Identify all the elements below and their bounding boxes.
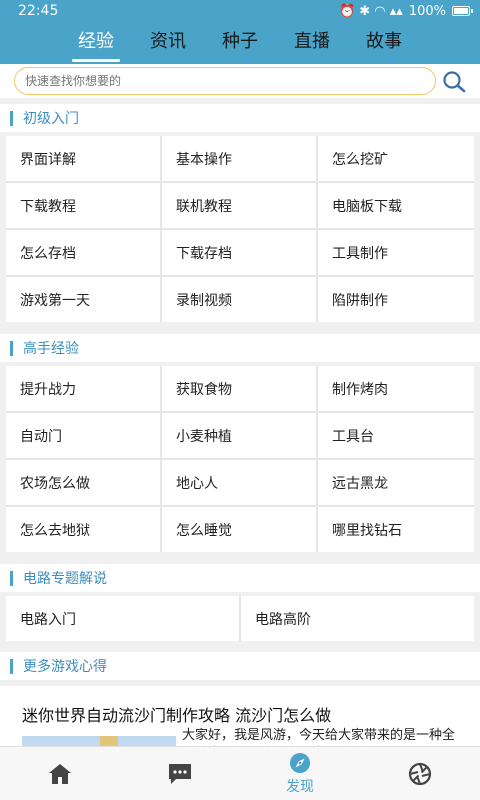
grid-item[interactable]: 陷阱制作	[318, 277, 474, 322]
circuits-grid: 电路入门 电路高阶	[6, 596, 474, 641]
tab-news[interactable]: 资讯	[132, 22, 204, 64]
tab-seeds[interactable]: 种子	[204, 22, 276, 64]
grid-item[interactable]: 电路高阶	[241, 596, 474, 641]
tab-live[interactable]: 直播	[276, 22, 348, 64]
article-thumbnail[interactable]	[22, 736, 176, 746]
grid-item[interactable]: 工具制作	[318, 230, 474, 275]
grid-item[interactable]: 地心人	[162, 460, 316, 505]
search-icon	[443, 71, 466, 93]
grid-item[interactable]: 远古黑龙	[318, 460, 474, 505]
grid-item[interactable]: 怎么睡觉	[162, 507, 316, 552]
grid-item[interactable]: 下载教程	[6, 183, 160, 228]
nav-discover-label: 发现	[286, 778, 314, 795]
section-accent-bar	[10, 658, 13, 674]
tab-stories[interactable]: 故事	[348, 22, 420, 64]
battery-level: 100%	[408, 3, 446, 19]
grid-item[interactable]: 提升战力	[6, 366, 160, 411]
top-tab-bar: 经验 资讯 种子 直播 故事	[0, 22, 480, 64]
tab-experience[interactable]: 经验	[60, 22, 132, 64]
article-excerpt: 大家好，我是风游，今天给大家带来的是一种全新的自动门，迷你世界自动流沙门，具	[182, 728, 456, 743]
grid-item[interactable]: 界面详解	[6, 136, 160, 181]
compass-icon	[290, 752, 310, 773]
beginner-grid: 界面详解 基本操作 怎么挖矿 下载教程 联机教程 电脑板下载 怎么存档 下载存档…	[6, 136, 474, 322]
grid-item[interactable]: 基本操作	[162, 136, 316, 181]
battery-icon	[452, 6, 473, 16]
section-header-expert: 高手经验	[0, 334, 480, 362]
home-icon	[49, 763, 71, 784]
nav-discover[interactable]: 发现	[240, 747, 360, 800]
nav-camera[interactable]	[360, 747, 480, 800]
article-card[interactable]: 迷你世界自动流沙门制作攻略 流沙门怎么做 大家好，我是风游，今天给大家带来的是一…	[0, 686, 480, 746]
grid-item[interactable]: 怎么去地狱	[6, 507, 160, 552]
search-input[interactable]	[14, 67, 436, 95]
grid-item[interactable]: 获取食物	[162, 366, 316, 411]
grid-item[interactable]: 电脑板下载	[318, 183, 474, 228]
grid-item[interactable]: 下载存档	[162, 230, 316, 275]
section-title: 更多游戏心得	[23, 659, 107, 675]
grid-item[interactable]: 工具台	[318, 413, 474, 458]
chat-icon	[169, 763, 191, 784]
status-time: 22:45	[18, 3, 59, 19]
status-indicators: ⏰ ✱ ◠ ▴▴ 100%	[338, 3, 473, 19]
grid-item[interactable]: 联机教程	[162, 183, 316, 228]
section-header-beginner: 初级入门	[0, 104, 480, 132]
grid-item[interactable]: 游戏第一天	[6, 277, 160, 322]
article-title[interactable]: 迷你世界自动流沙门制作攻略 流沙门怎么做	[22, 702, 331, 726]
section-title: 高手经验	[23, 341, 79, 357]
status-bar: 22:45 ⏰ ✱ ◠ ▴▴ 100%	[0, 0, 480, 22]
section-header-circuits: 电路专题解说	[0, 564, 480, 592]
grid-item[interactable]: 自动门	[6, 413, 160, 458]
section-header-more-tips: 更多游戏心得	[0, 652, 480, 680]
grid-item[interactable]: 录制视频	[162, 277, 316, 322]
status-icons: ⏰ ✱ ◠ ▴▴	[338, 3, 403, 19]
section-accent-bar	[10, 110, 13, 126]
grid-item[interactable]: 农场怎么做	[6, 460, 160, 505]
search-button[interactable]	[440, 68, 468, 96]
section-title: 电路专题解说	[23, 571, 107, 587]
grid-item[interactable]: 电路入门	[6, 596, 239, 641]
section-accent-bar	[10, 340, 13, 356]
grid-item[interactable]: 怎么存档	[6, 230, 160, 275]
section-accent-bar	[10, 570, 13, 586]
section-title: 初级入门	[23, 111, 79, 127]
nav-messages[interactable]	[120, 747, 240, 800]
grid-item[interactable]: 哪里找钻石	[318, 507, 474, 552]
grid-item[interactable]: 小麦种植	[162, 413, 316, 458]
grid-item[interactable]: 怎么挖矿	[318, 136, 474, 181]
nav-home[interactable]	[0, 747, 120, 800]
search-bar	[0, 64, 480, 98]
bottom-navigation: 发现	[0, 746, 480, 800]
aperture-icon	[408, 762, 432, 785]
grid-item[interactable]: 制作烤肉	[318, 366, 474, 411]
expert-grid: 提升战力 获取食物 制作烤肉 自动门 小麦种植 工具台 农场怎么做 地心人 远古…	[6, 366, 474, 552]
